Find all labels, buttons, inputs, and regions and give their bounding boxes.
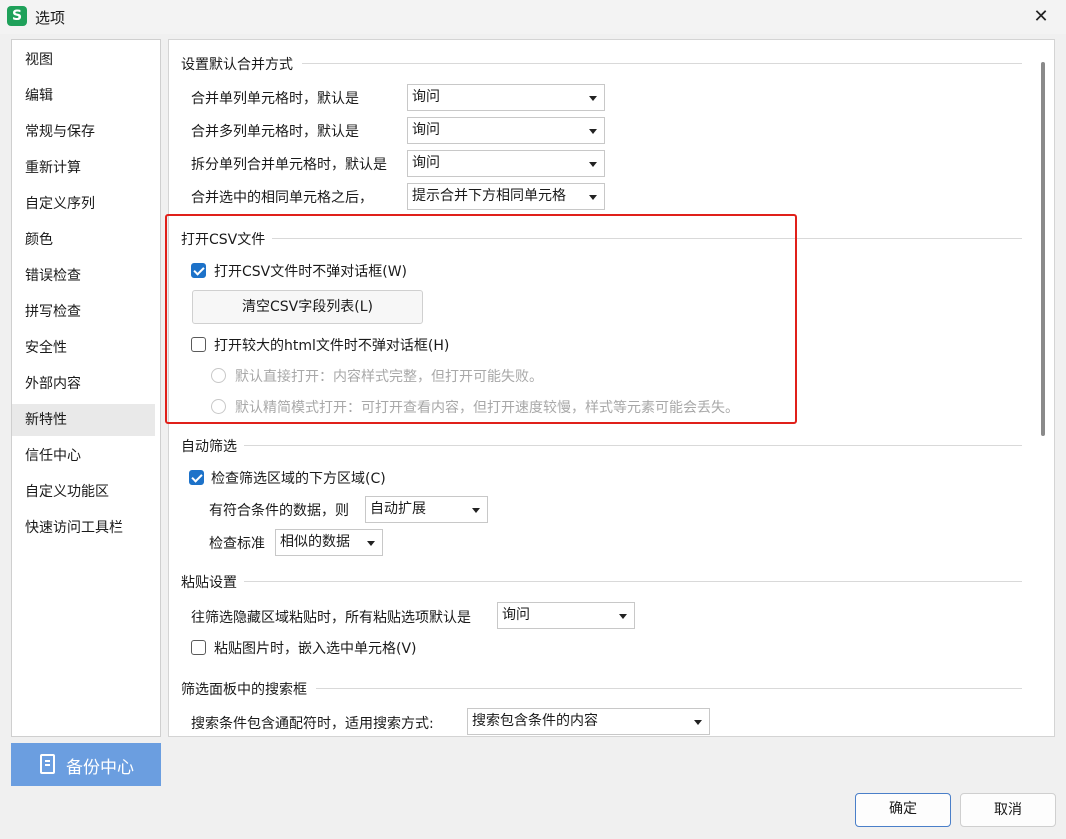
sidebar-item-general-save[interactable]: 常规与保存 xyxy=(12,116,155,148)
window-title: 选项 xyxy=(35,9,66,27)
sidebar-item-error-check[interactable]: 错误检查 xyxy=(12,260,155,292)
sidebar-item-security[interactable]: 安全性 xyxy=(12,332,155,364)
merge-single-column-select[interactable]: 询问 xyxy=(407,84,605,111)
large-html-no-dialog-label[interactable]: 打开较大的html文件时不弹对话框(H) xyxy=(214,335,449,355)
chevron-down-icon xyxy=(589,195,597,200)
section-divider xyxy=(302,63,1022,64)
open-directly-radio[interactable] xyxy=(211,368,226,383)
section-divider xyxy=(316,688,1022,689)
autofilter-section-title: 自动筛选 xyxy=(181,439,237,455)
backup-center-button[interactable]: 备份中心 xyxy=(11,743,161,786)
backup-icon xyxy=(40,754,55,774)
split-merged-value: 询问 xyxy=(412,155,440,171)
matching-data-label: 有符合条件的数据，则 xyxy=(209,503,349,519)
sidebar-item-view[interactable]: 视图 xyxy=(12,44,155,76)
background-sheet-edge xyxy=(0,34,10,654)
wildcard-search-label: 搜索条件包含通配符时，适用搜索方式: xyxy=(191,716,434,732)
ok-button[interactable]: 确定 xyxy=(855,793,951,827)
sidebar-item-color[interactable]: 颜色 xyxy=(12,224,155,256)
sidebar-item-edit[interactable]: 编辑 xyxy=(12,80,155,112)
merge-single-column-value: 询问 xyxy=(412,89,440,105)
chevron-down-icon xyxy=(589,129,597,134)
chevron-down-icon xyxy=(619,614,627,619)
close-icon: ✕ xyxy=(1033,6,1049,27)
csv-no-dialog-checkbox[interactable] xyxy=(191,263,206,278)
chevron-down-icon xyxy=(589,162,597,167)
sidebar-item-customize-ribbon[interactable]: 自定义功能区 xyxy=(12,476,155,508)
section-divider xyxy=(272,238,1022,239)
csv-section-title: 打开CSV文件 xyxy=(181,232,266,248)
wildcard-search-select[interactable]: 搜索包含条件的内容 xyxy=(467,708,710,735)
sidebar-item-spell-check[interactable]: 拼写检查 xyxy=(12,296,155,328)
options-content-panel: 设置默认合并方式 合并单列单元格时，默认是 询问 合并多列单元格时，默认是 询问… xyxy=(168,39,1055,737)
large-html-no-dialog-checkbox[interactable] xyxy=(191,337,206,352)
check-standard-select[interactable]: 相似的数据 xyxy=(275,529,383,556)
search-section-title: 筛选面板中的搜索框 xyxy=(181,682,307,698)
matching-data-select[interactable]: 自动扩展 xyxy=(365,496,488,523)
csv-no-dialog-label[interactable]: 打开CSV文件时不弹对话框(W) xyxy=(214,261,407,281)
split-merged-label: 拆分单列合并单元格时，默认是 xyxy=(191,157,387,173)
paste-section-title: 粘贴设置 xyxy=(181,575,237,591)
merge-section-title: 设置默认合并方式 xyxy=(181,57,293,73)
chevron-down-icon xyxy=(367,541,375,546)
merge-same-cells-value: 提示合并下方相同单元格 xyxy=(412,188,566,204)
check-filter-below-label[interactable]: 检查筛选区域的下方区域(C) xyxy=(211,468,386,488)
options-sidebar: 视图 编辑 常规与保存 重新计算 自定义序列 颜色 错误检查 拼写检查 安全性 … xyxy=(11,39,161,737)
sidebar-item-new-features[interactable]: 新特性 xyxy=(12,404,155,436)
chevron-down-icon xyxy=(589,96,597,101)
simplified-mode-radio[interactable] xyxy=(211,399,226,414)
sidebar-item-quick-access-toolbar[interactable]: 快速访问工具栏 xyxy=(12,512,155,544)
merge-same-cells-select[interactable]: 提示合并下方相同单元格 xyxy=(407,183,605,210)
chevron-down-icon xyxy=(472,508,480,513)
split-merged-select[interactable]: 询问 xyxy=(407,150,605,177)
check-filter-below-checkbox[interactable] xyxy=(189,470,204,485)
chevron-down-icon xyxy=(694,720,702,725)
title-bar: S 选项 ✕ xyxy=(0,0,1066,34)
check-standard-label: 检查标准 xyxy=(209,536,265,552)
open-directly-label: 默认直接打开：内容样式完整，但打开可能失败。 xyxy=(235,369,543,385)
merge-multi-column-value: 询问 xyxy=(412,122,440,138)
sidebar-item-trust-center[interactable]: 信任中心 xyxy=(12,440,155,472)
cancel-button[interactable]: 取消 xyxy=(960,793,1056,827)
section-divider xyxy=(244,445,1022,446)
simplified-mode-label: 默认精简模式打开：可打开查看内容，但打开速度较慢，样式等元素可能会丢失。 xyxy=(235,400,739,416)
embed-image-label[interactable]: 粘贴图片时，嵌入选中单元格(V) xyxy=(214,638,417,658)
wildcard-search-value: 搜索包含条件的内容 xyxy=(472,713,598,729)
section-divider xyxy=(244,581,1022,582)
sidebar-item-recalculate[interactable]: 重新计算 xyxy=(12,152,155,184)
merge-multi-column-label: 合并多列单元格时，默认是 xyxy=(191,124,359,140)
paste-hidden-area-value: 询问 xyxy=(502,607,530,623)
merge-same-cells-label: 合并选中的相同单元格之后， xyxy=(191,190,373,206)
content-scrollbar[interactable] xyxy=(1041,62,1045,436)
close-button[interactable]: ✕ xyxy=(1024,2,1058,32)
sidebar-item-external-content[interactable]: 外部内容 xyxy=(12,368,155,400)
clear-csv-field-list-button[interactable]: 清空CSV字段列表(L) xyxy=(192,290,423,324)
embed-image-checkbox[interactable] xyxy=(191,640,206,655)
app-logo-icon: S xyxy=(7,6,27,26)
merge-single-column-label: 合并单列单元格时，默认是 xyxy=(191,91,359,107)
merge-multi-column-select[interactable]: 询问 xyxy=(407,117,605,144)
matching-data-value: 自动扩展 xyxy=(370,501,426,517)
sidebar-item-custom-lists[interactable]: 自定义序列 xyxy=(12,188,155,220)
backup-center-label: 备份中心 xyxy=(66,758,134,778)
paste-hidden-area-label: 往筛选隐藏区域粘贴时，所有粘贴选项默认是 xyxy=(191,610,471,626)
paste-hidden-area-select[interactable]: 询问 xyxy=(497,602,635,629)
check-standard-value: 相似的数据 xyxy=(280,534,350,550)
